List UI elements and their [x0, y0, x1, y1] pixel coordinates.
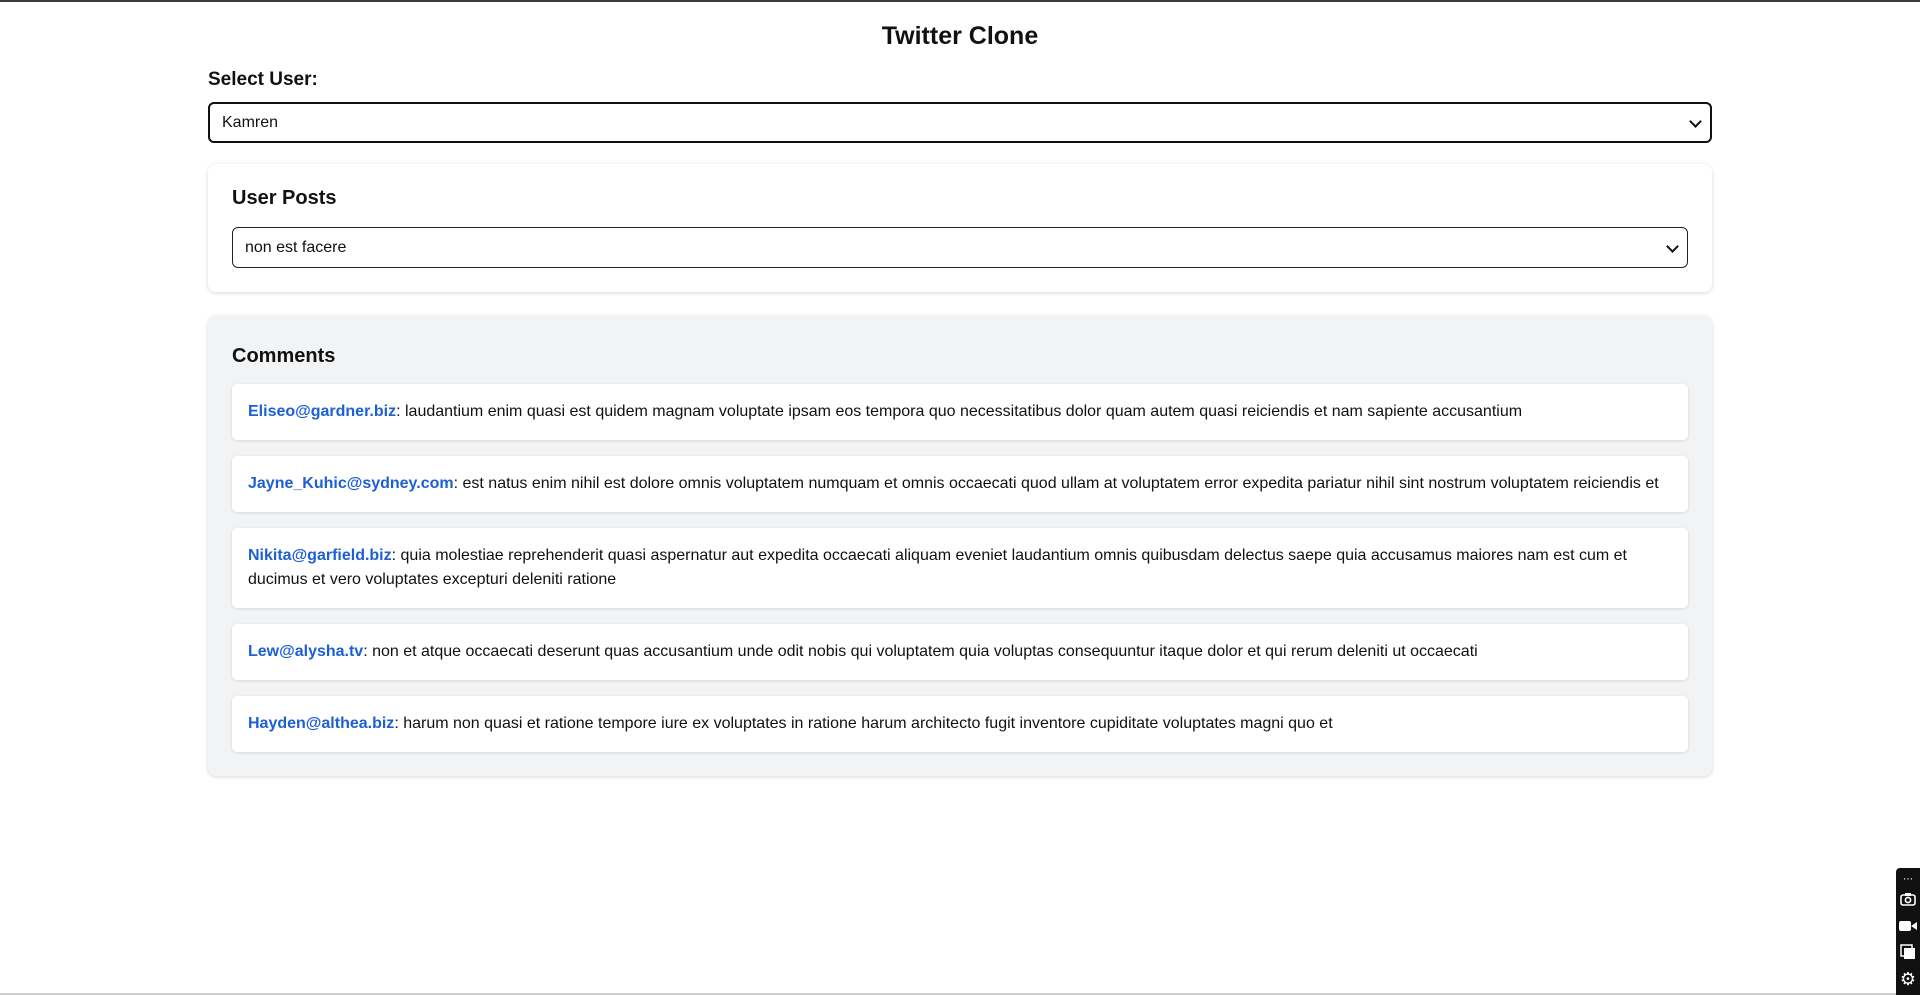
comment-author-email: Eliseo@gardner.biz	[248, 403, 397, 420]
extension-toolbar: ⋯ ⚙	[1896, 868, 1920, 995]
comment-author-email: Jayne_Kuhic@sydney.com	[248, 475, 454, 492]
comment-body: non et atque occaecati deserunt quas acc…	[372, 643, 1478, 660]
comment-item: Nikita@garfield.biz: quia molestiae repr…	[232, 528, 1688, 608]
window-top-border	[0, 0, 1920, 2]
user-select[interactable]: Kamren	[208, 102, 1712, 143]
post-select[interactable]: non est facere	[232, 227, 1688, 268]
user-posts-heading: User Posts	[232, 187, 337, 209]
gear-icon[interactable]: ⚙	[1898, 970, 1918, 990]
camera-icon[interactable]	[1898, 892, 1918, 912]
comment-body: est natus enim nihil est dolore omnis vo…	[462, 475, 1659, 492]
comment-body: laudantium enim quasi est quidem magnam …	[404, 403, 1523, 420]
comment-body: quia molestiae reprehenderit quasi asper…	[248, 547, 1627, 588]
comment-item: Lew@alysha.tv: non et atque occaecati de…	[232, 624, 1688, 680]
video-icon[interactable]	[1898, 918, 1918, 938]
comment-author-email: Nikita@garfield.biz	[248, 547, 392, 564]
comment-body: harum non quasi et ratione tempore iure …	[403, 715, 1333, 732]
comment-item: Jayne_Kuhic@sydney.com: est natus enim n…	[232, 456, 1688, 512]
page-title: Twitter Clone	[881, 22, 1039, 50]
user-select-value: Kamren	[222, 113, 279, 131]
link-icon[interactable]: ⋯	[1898, 870, 1918, 890]
post-select-value: non est facere	[245, 238, 347, 256]
chevron-down-icon	[1689, 114, 1702, 128]
comment-author-email: Lew@alysha.tv	[248, 643, 364, 660]
select-user-label: Select User:	[208, 69, 318, 90]
comment-item: Eliseo@gardner.biz: laudantium enim quas…	[232, 384, 1688, 440]
comment-item: Hayden@althea.biz: harum non quasi et ra…	[232, 696, 1688, 752]
windows-icon[interactable]	[1898, 944, 1918, 964]
comment-author-email: Hayden@althea.biz	[248, 715, 395, 732]
comments-heading: Comments	[232, 345, 336, 367]
chevron-down-icon	[1666, 239, 1679, 253]
